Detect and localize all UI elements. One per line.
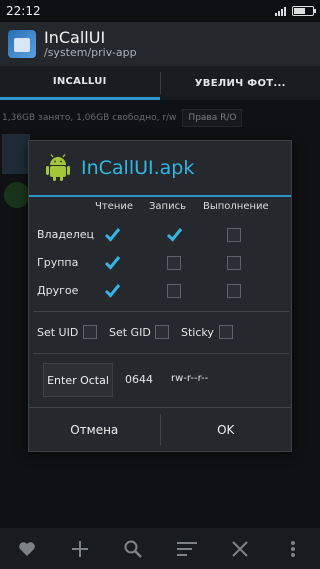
file-manager-app-icon[interactable] xyxy=(8,30,36,58)
permission-row-group: Группа xyxy=(29,249,293,277)
permission-row-owner: Владелец xyxy=(29,221,293,249)
heart-icon[interactable] xyxy=(16,538,38,560)
owner-write-checkbox[interactable] xyxy=(166,228,183,242)
owner-execute-checkbox[interactable] xyxy=(227,228,241,242)
plus-icon[interactable] xyxy=(69,538,91,560)
other-write-checkbox[interactable] xyxy=(167,284,181,298)
divider xyxy=(33,311,289,312)
octal-value: 0644 xyxy=(125,373,153,386)
enter-octal-button[interactable]: Enter Octal xyxy=(43,363,113,397)
status-icons xyxy=(275,6,316,16)
column-header-write: Запись xyxy=(149,201,186,212)
group-write-checkbox[interactable] xyxy=(167,256,181,270)
owner-read-checkbox[interactable] xyxy=(104,228,121,242)
sticky-label: Sticky xyxy=(181,326,214,339)
symbolic-permissions: rw-r--r-- xyxy=(171,373,209,384)
sticky-checkbox[interactable] xyxy=(219,325,233,339)
close-icon[interactable] xyxy=(229,538,251,560)
permissions-dialog: InCallUI.apk Чтение Запись Выполнение Вл… xyxy=(28,140,292,452)
dialog-header: InCallUI.apk xyxy=(29,141,291,197)
group-read-checkbox[interactable] xyxy=(104,256,121,270)
app-header: InCallUI /system/priv-app xyxy=(0,22,320,66)
divider xyxy=(33,353,289,354)
current-path: /system/priv-app xyxy=(44,46,137,59)
signal-icon xyxy=(275,6,286,16)
status-bar: 22:12 xyxy=(0,0,320,22)
more-icon[interactable] xyxy=(282,538,304,560)
column-header-read: Чтение xyxy=(95,201,134,212)
sort-icon[interactable] xyxy=(176,538,198,560)
row-label-other: Другое xyxy=(37,284,79,297)
special-flags-row: Set UID Set GID Sticky xyxy=(29,321,293,347)
other-read-checkbox[interactable] xyxy=(104,284,121,298)
search-icon[interactable] xyxy=(122,538,144,560)
group-execute-checkbox[interactable] xyxy=(227,256,241,270)
cancel-button[interactable]: Отмена xyxy=(29,408,160,451)
dialog-title: InCallUI.apk xyxy=(81,157,195,179)
ok-button[interactable]: OK xyxy=(161,408,292,451)
other-execute-checkbox[interactable] xyxy=(227,284,241,298)
octal-row: Enter Octal 0644 rw-r--r-- xyxy=(29,363,293,397)
row-label-owner: Владелец xyxy=(37,228,94,241)
setuid-checkbox[interactable] xyxy=(83,325,97,339)
column-header-execute: Выполнение xyxy=(203,201,269,212)
header-text: InCallUI /system/priv-app xyxy=(44,29,137,59)
tab-bar: INCALLUI УВЕЛИЧ ФОТ... xyxy=(0,66,320,100)
setuid-label: Set UID xyxy=(37,326,79,339)
android-icon xyxy=(46,154,70,181)
setgid-label: Set GID xyxy=(109,326,151,339)
setgid-checkbox[interactable] xyxy=(155,325,169,339)
row-label-group: Группа xyxy=(37,256,79,269)
bottom-toolbar xyxy=(0,528,320,569)
permission-row-other: Другое xyxy=(29,277,293,305)
dialog-button-bar: Отмена OK xyxy=(29,407,291,451)
tab-incallui[interactable]: INCALLUI xyxy=(0,66,160,100)
tab-zoom-photo[interactable]: УВЕЛИЧ ФОТ... xyxy=(161,66,320,100)
battery-icon xyxy=(292,6,316,16)
status-time: 22:12 xyxy=(6,4,41,18)
app-title: InCallUI xyxy=(44,28,106,47)
